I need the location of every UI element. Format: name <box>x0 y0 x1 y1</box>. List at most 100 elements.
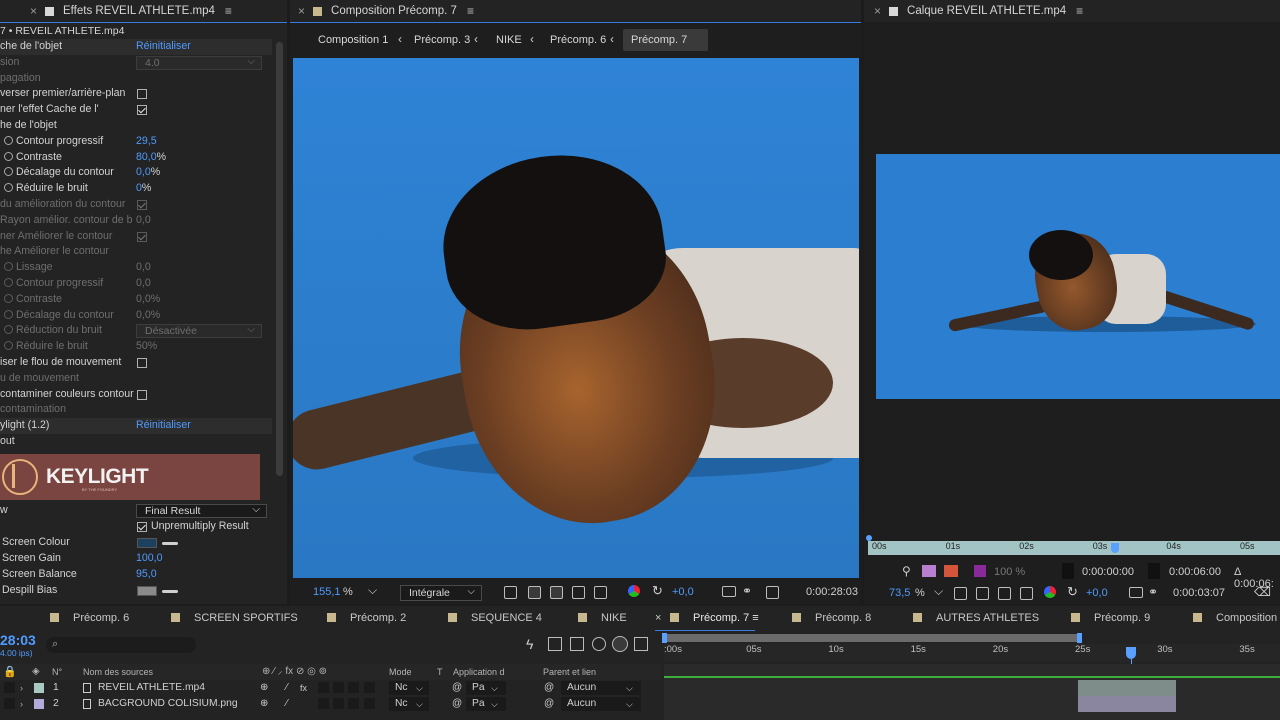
quality-switch-icon[interactable]: ⁄ <box>286 680 288 696</box>
effects-tab-title[interactable]: Effets REVEIL ATHLETE.mp4 <box>63 5 215 17</box>
layer-bar-1[interactable] <box>1078 680 1176 696</box>
effect-row-value-text[interactable]: 29,5 <box>136 135 157 147</box>
chevron-right-icon[interactable]: › <box>20 696 23 712</box>
screen-colour-swatch[interactable] <box>137 538 157 548</box>
despill-bias-swatch[interactable] <box>137 586 157 596</box>
motion-blur-icon[interactable] <box>612 636 628 652</box>
breadcrumb-item[interactable]: Précomp. 7 <box>623 29 709 51</box>
set-out-point-icon[interactable] <box>1148 563 1160 579</box>
stopwatch-icon[interactable] <box>4 341 13 351</box>
menu-icon[interactable]: ≡ <box>467 4 474 18</box>
chevron-left-icon[interactable]: ‹ <box>530 32 534 46</box>
graph-editor-icon[interactable] <box>634 637 648 651</box>
layer-out-point[interactable]: 0:00:06:00 <box>1169 566 1221 578</box>
grid-icon[interactable] <box>594 586 607 599</box>
layer-viewer[interactable] <box>876 154 1280 399</box>
close-icon[interactable]: × <box>30 4 37 18</box>
effect-row-value-text[interactable]: 80,0 <box>136 151 157 163</box>
guides-icon[interactable] <box>572 586 585 599</box>
set-in-point-icon[interactable] <box>1062 563 1074 579</box>
layer-in-point[interactable]: 0:00:00:00 <box>1082 566 1134 578</box>
camera-snapshot-icon[interactable] <box>722 586 736 597</box>
layer-exposure-value[interactable]: +0,0 <box>1086 587 1108 599</box>
effect-row-value-text[interactable]: Réinitialiser <box>136 419 191 431</box>
stopwatch-icon[interactable] <box>4 262 13 272</box>
work-area-start-icon[interactable] <box>662 633 667 643</box>
close-icon[interactable]: × <box>874 4 881 18</box>
timeline-tab[interactable]: Précomp. 9 <box>1071 606 1150 630</box>
stopwatch-icon[interactable] <box>4 167 13 177</box>
stopwatch-icon[interactable] <box>4 135 13 145</box>
col-track-matte[interactable]: Application d <box>453 664 505 680</box>
shy-switch-icon[interactable]: ⊕ <box>260 696 268 712</box>
reset-exposure-icon[interactable]: ↻ <box>652 583 663 599</box>
visibility-toggle[interactable] <box>4 682 15 693</box>
effect-checkbox[interactable] <box>137 105 147 116</box>
table-row[interactable]: › 1 REVEIL ATHLETE.mp4 ⊕ ⁄ fx Nc ⌵ @ Pa ⌵ @ Aucun ⌵ <box>0 680 662 696</box>
region-of-interest-icon[interactable] <box>504 586 517 599</box>
effect-checkbox[interactable] <box>137 389 147 400</box>
track-matte-link-icon[interactable]: @ <box>452 696 462 712</box>
color-channels-icon[interactable] <box>1044 586 1056 598</box>
switch-box[interactable] <box>333 698 344 709</box>
effect-row-value-text[interactable]: 50% <box>136 340 157 352</box>
region-of-interest-icon[interactable] <box>954 587 967 600</box>
transparency-grid-icon[interactable] <box>528 586 541 599</box>
eyedropper-icon[interactable] <box>162 590 178 593</box>
timeline-tab[interactable]: Précomp. 2 <box>327 606 406 630</box>
effects-scrollbar[interactable] <box>276 42 283 476</box>
layer-label-color[interactable] <box>34 699 44 709</box>
effect-dropdown[interactable]: Désactivée ⌵ <box>136 324 262 339</box>
reset-exposure-icon[interactable]: ↻ <box>1067 584 1078 600</box>
effect-row-value-text[interactable]: 0,0% <box>136 309 160 321</box>
pick-whip-icon[interactable]: @ <box>544 680 554 696</box>
col-parent[interactable]: Parent et lien <box>543 664 596 680</box>
screen-gain-value[interactable]: 100,0 <box>136 551 163 567</box>
effect-row-value[interactable]: 0,0% <box>136 292 160 308</box>
menu-icon[interactable]: ≡ <box>225 4 232 18</box>
effect-row-value[interactable]: 0,0% <box>136 165 160 181</box>
screen-balance-value[interactable]: 95,0 <box>136 567 157 583</box>
switch-box[interactable] <box>364 698 375 709</box>
chevron-left-icon[interactable]: ‹ <box>398 32 402 46</box>
layer-opacity[interactable]: 100 % <box>994 566 1025 578</box>
eyedropper-icon[interactable] <box>162 542 178 545</box>
switch-box[interactable] <box>318 698 329 709</box>
track-matte-link-icon[interactable]: @ <box>452 680 462 696</box>
timeline-tab[interactable]: Précomp. 7 ≡ <box>670 606 759 630</box>
breadcrumb-item[interactable]: Composition 1 <box>318 29 388 51</box>
stopwatch-icon[interactable] <box>4 293 13 303</box>
menu-icon[interactable]: ≡ <box>749 612 758 624</box>
breadcrumb-item[interactable]: NIKE <box>496 29 522 51</box>
effect-row-value[interactable]: Réinitialiser <box>136 418 191 434</box>
visibility-toggle[interactable] <box>4 698 15 709</box>
mark-layer-icon[interactable]: ⌫ <box>1254 585 1271 599</box>
menu-icon[interactable]: ≡ <box>1076 4 1083 18</box>
grid-icon[interactable] <box>1020 587 1033 600</box>
layer-name[interactable]: REVEIL ATHLETE.mp4 <box>98 680 205 696</box>
effect-row-value[interactable]: Réinitialiser <box>136 39 191 55</box>
switch-box[interactable] <box>318 682 329 693</box>
effect-row-value[interactable]: 80,0% <box>136 150 166 166</box>
shy-layers-icon[interactable] <box>570 637 584 651</box>
transparency-grid-icon[interactable] <box>976 587 989 600</box>
timeline-tab[interactable]: NIKE <box>578 606 627 630</box>
chevron-left-icon[interactable]: ‹ <box>610 32 614 46</box>
comp-exposure-value[interactable]: +0,0 <box>672 586 694 598</box>
timeline-work-area-bar[interactable] <box>664 634 1080 642</box>
guides-icon[interactable] <box>998 587 1011 600</box>
table-row[interactable]: › 2 BACGROUND COLISIUM.png ⊕ ⁄ Nc ⌵ @ Pa ⌵ @ Aucun ⌵ <box>0 696 662 712</box>
motion-tracker-icon[interactable]: ⚲ <box>902 564 911 578</box>
effect-row-value-text[interactable]: Réinitialiser <box>136 40 191 52</box>
mask-visibility-icon[interactable] <box>550 586 563 599</box>
effect-row-value[interactable]: 0,0% <box>136 308 160 324</box>
color-channels-icon[interactable] <box>628 585 640 597</box>
effect-row-value-text[interactable]: 0,0% <box>136 293 160 305</box>
switch-box[interactable] <box>348 698 359 709</box>
breadcrumb-item[interactable]: Précomp. 3 <box>414 29 470 51</box>
chevron-down-icon[interactable]: ⌵ <box>934 584 943 599</box>
col-source-name[interactable]: Nom des sources <box>83 664 153 680</box>
close-icon[interactable]: × <box>298 4 305 18</box>
effect-row-value[interactable]: 50% <box>136 339 157 355</box>
unpremultiply-checkbox[interactable] <box>137 522 147 532</box>
